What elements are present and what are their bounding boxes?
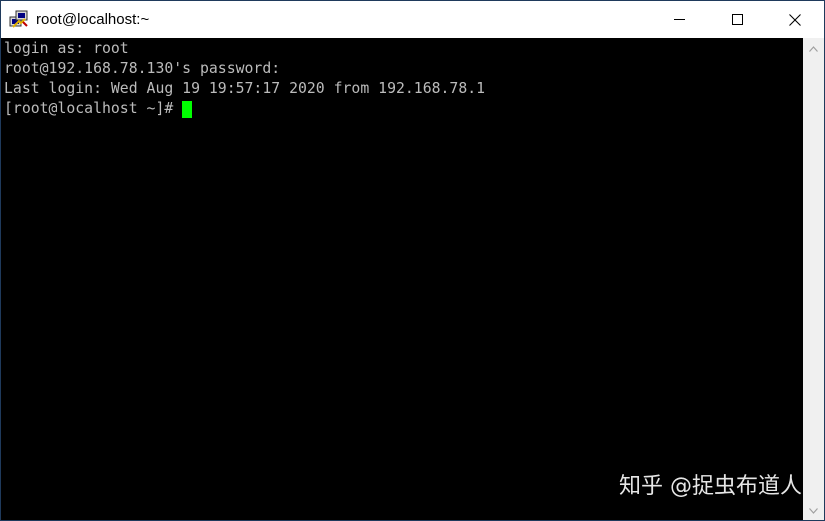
close-button[interactable] [766, 1, 824, 38]
minimize-button[interactable] [650, 1, 708, 38]
scroll-down-button[interactable] [803, 500, 824, 520]
scroll-down-icon [809, 501, 818, 519]
scroll-up-icon [809, 39, 818, 57]
text-cursor [182, 100, 193, 118]
putty-window: root@localhost:~ login as: root root@192… [0, 0, 825, 521]
window-title: root@localhost:~ [36, 11, 150, 28]
putty-icon[interactable] [9, 10, 29, 30]
title-bar[interactable]: root@localhost:~ [1, 1, 824, 38]
watermark: 知乎 @捉虫布道人 [619, 474, 802, 499]
terminal-area[interactable]: login as: root root@192.168.78.130's pas… [1, 38, 804, 520]
vertical-scrollbar[interactable] [803, 38, 824, 520]
shell-prompt: [root@localhost ~]# [4, 100, 174, 117]
terminal-line: Last login: Wed Aug 19 19:57:17 2020 fro… [4, 80, 486, 97]
terminal-line: login as: root [4, 40, 129, 57]
minimize-icon [673, 14, 685, 25]
scroll-up-button[interactable] [803, 38, 824, 58]
maximize-button[interactable] [708, 1, 766, 38]
terminal-line: root@192.168.78.130's password: [4, 60, 281, 77]
maximize-icon [731, 14, 743, 25]
close-icon [789, 13, 801, 26]
prompt-line: [root@localhost ~]# [4, 99, 804, 119]
